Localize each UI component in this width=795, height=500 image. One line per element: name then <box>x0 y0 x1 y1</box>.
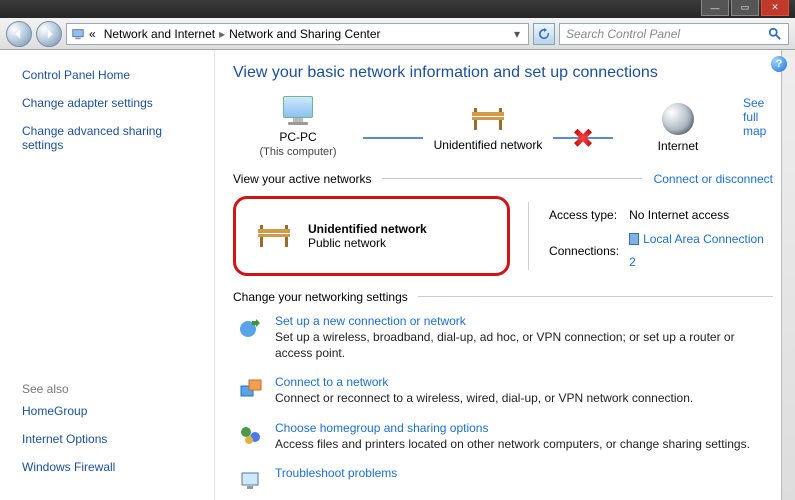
breadcrumb-item-1[interactable]: Network and Internet <box>104 27 215 41</box>
map-label-network: Unidentified network <box>434 138 543 152</box>
address-dropdown[interactable]: ▾ <box>510 27 524 41</box>
close-icon: ✕ <box>771 2 779 13</box>
network-type: Public network <box>308 236 427 250</box>
page-title: View your basic network information and … <box>233 64 773 82</box>
setup-connection-icon <box>237 314 265 342</box>
connections-label: Connections: <box>549 228 627 274</box>
maximize-button[interactable]: ▭ <box>731 0 759 16</box>
sidebar: Control Panel Home Change adapter settin… <box>0 50 215 500</box>
globe-icon <box>662 103 694 135</box>
refresh-icon <box>538 28 550 40</box>
chevron-right-icon: ▸ <box>219 27 225 41</box>
setting-title[interactable]: Troubleshoot problems <box>275 466 397 480</box>
network-map: PC-PC (This computer) Unidentified networ… <box>233 96 773 160</box>
bench-icon <box>468 104 508 134</box>
forward-button[interactable] <box>36 21 62 47</box>
minimize-button[interactable]: — <box>701 0 729 16</box>
see-full-map-link[interactable]: See full map <box>743 96 773 138</box>
map-node-network[interactable]: Unidentified network <box>423 104 553 152</box>
sidebar-link-advanced[interactable]: Change advanced sharing settings <box>22 124 202 152</box>
scrollbar[interactable] <box>781 50 795 500</box>
computer-icon <box>280 96 316 126</box>
search-input[interactable]: Search Control Panel <box>559 23 789 45</box>
setting-desc: Access files and printers located on oth… <box>275 437 750 453</box>
arrow-left-icon <box>13 28 25 40</box>
map-connector-ok <box>363 137 423 139</box>
map-connector-fail <box>553 137 613 139</box>
setting-homegroup[interactable]: Choose homegroup and sharing options Acc… <box>233 421 773 453</box>
ethernet-icon <box>629 233 639 245</box>
map-node-internet[interactable]: Internet <box>613 103 743 153</box>
network-icon <box>71 27 85 41</box>
setting-connect-network[interactable]: Connect to a network Connect or reconnec… <box>233 375 773 407</box>
bench-icon <box>254 221 294 251</box>
connection-link[interactable]: Local Area Connection 2 <box>629 232 764 269</box>
change-settings-heading: Change your networking settings <box>233 290 408 304</box>
search-icon <box>768 27 782 41</box>
navigation-bar: « Network and Internet ▸ Network and Sha… <box>0 18 795 50</box>
network-name: Unidentified network <box>308 222 427 236</box>
map-label-internet: Internet <box>658 139 699 153</box>
help-icon[interactable]: ? <box>771 56 787 72</box>
arrow-right-icon <box>43 28 55 40</box>
sidebar-link-internet-options[interactable]: Internet Options <box>22 432 202 446</box>
breadcrumb-chevron: « <box>89 27 96 41</box>
setting-troubleshoot[interactable]: Troubleshoot problems <box>233 466 773 494</box>
access-type-value: No Internet access <box>629 204 771 227</box>
refresh-button[interactable] <box>533 23 555 45</box>
sidebar-link-homegroup[interactable]: HomeGroup <box>22 404 202 418</box>
back-button[interactable] <box>6 21 32 47</box>
setting-title[interactable]: Connect to a network <box>275 375 693 389</box>
address-bar[interactable]: « Network and Internet ▸ Network and Sha… <box>66 23 529 45</box>
minimize-icon: — <box>711 3 720 13</box>
map-label-pc: PC-PC <box>279 130 316 144</box>
setting-desc: Set up a wireless, broadband, dial-up, a… <box>275 330 773 361</box>
setting-setup-connection[interactable]: Set up a new connection or network Set u… <box>233 314 773 361</box>
network-properties: Access type: No Internet access Connecti… <box>547 196 773 276</box>
access-type-label: Access type: <box>549 204 627 227</box>
setting-desc: Connect or reconnect to a wireless, wire… <box>275 391 693 407</box>
close-button[interactable]: ✕ <box>761 0 789 16</box>
maximize-icon: ▭ <box>741 2 750 13</box>
active-network-item[interactable]: Unidentified network Public network <box>233 196 510 276</box>
troubleshoot-icon <box>237 466 265 494</box>
window-titlebar: — ▭ ✕ <box>0 0 795 18</box>
connect-network-icon <box>237 375 265 403</box>
setting-title[interactable]: Choose homegroup and sharing options <box>275 421 750 435</box>
homegroup-icon <box>237 421 265 449</box>
search-placeholder: Search Control Panel <box>566 27 680 41</box>
connect-disconnect-link[interactable]: Connect or disconnect <box>654 172 773 186</box>
main-content: ? View your basic network information an… <box>215 50 795 500</box>
map-label-pc-sub: (This computer) <box>259 146 336 158</box>
sidebar-link-firewall[interactable]: Windows Firewall <box>22 460 202 474</box>
setting-title[interactable]: Set up a new connection or network <box>275 314 773 328</box>
see-also-heading: See also <box>22 382 202 396</box>
map-node-computer[interactable]: PC-PC (This computer) <box>233 96 363 160</box>
sidebar-link-adapter[interactable]: Change adapter settings <box>22 96 202 110</box>
breadcrumb-item-2[interactable]: Network and Sharing Center <box>229 27 380 41</box>
active-networks-heading: View your active networks <box>233 172 372 186</box>
sidebar-home[interactable]: Control Panel Home <box>22 68 202 82</box>
